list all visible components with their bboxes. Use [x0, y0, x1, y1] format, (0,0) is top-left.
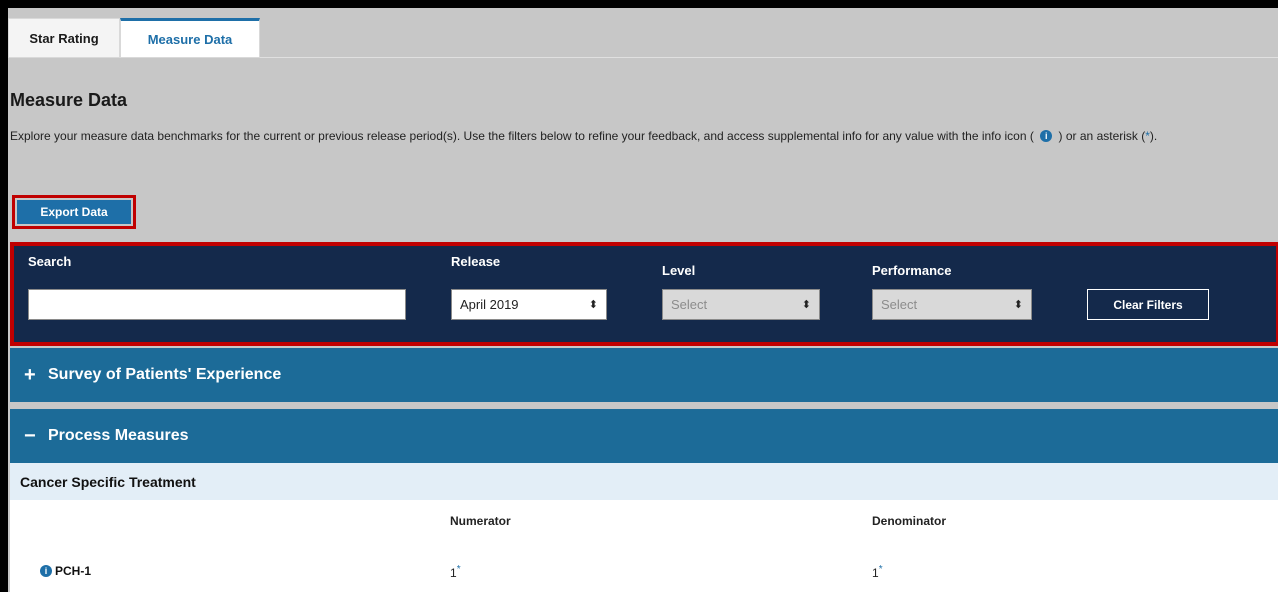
clear-filters-button[interactable]: Clear Filters [1087, 289, 1209, 320]
search-input[interactable] [28, 289, 406, 320]
sort-caret-icon: ⬍ [801, 299, 811, 311]
search-label: Search [28, 254, 72, 269]
intro-text-end: ). [1149, 129, 1158, 143]
asterisk-marker[interactable]: * [879, 564, 883, 575]
table-row-label[interactable]: i PCH-1 [40, 564, 91, 578]
measure-data-page: Star Rating Measure Data Measure Data Ex… [8, 8, 1278, 592]
tab-divider [260, 57, 1278, 58]
numerator-number: 1 [450, 566, 457, 580]
section-process-measures[interactable]: − Process Measures [10, 409, 1278, 463]
level-select[interactable]: Select ⬍ [662, 289, 820, 320]
tab-star-rating[interactable]: Star Rating [8, 18, 120, 58]
release-select-value: April 2019 [460, 297, 519, 312]
sort-caret-icon: ⬍ [588, 299, 598, 311]
section-title: Process Measures [48, 427, 189, 444]
export-data-button[interactable]: Export Data [17, 200, 131, 224]
info-icon[interactable]: i [40, 565, 52, 577]
filter-bar: Search Release April 2019 ⬍ Level Select… [10, 242, 1278, 346]
expand-plus-icon: + [24, 363, 36, 386]
asterisk-marker[interactable]: * [457, 564, 461, 575]
level-label: Level [662, 263, 696, 278]
tab-measure-data[interactable]: Measure Data [120, 18, 260, 58]
performance-select[interactable]: Select ⬍ [872, 289, 1032, 320]
page-title: Measure Data [10, 90, 128, 110]
performance-select-value: Select [881, 297, 918, 312]
denominator-header: Denominator [872, 514, 947, 528]
export-highlight: Export Data [12, 195, 136, 229]
release-select[interactable]: April 2019 ⬍ [451, 289, 607, 320]
info-icon: i [1040, 130, 1053, 142]
performance-label: Performance [872, 263, 952, 278]
sort-caret-icon: ⬍ [1013, 299, 1023, 311]
numerator-header: Numerator [450, 514, 511, 528]
section-title: Survey of Patients' Experience [48, 366, 282, 383]
numerator-value: 1* [450, 564, 461, 580]
measure-table: Numerator Denominator i PCH-1 1* 1* [10, 500, 1278, 592]
release-label: Release [451, 254, 501, 269]
level-select-value: Select [671, 297, 708, 312]
intro-text-part2: ) or an asterisk ( [1058, 129, 1146, 143]
intro-text: Explore your measure data benchmarks for… [10, 128, 1272, 145]
section-survey-of-patients-experience[interactable]: + Survey of Patients' Experience [10, 348, 1278, 402]
tab-bar: Star Rating Measure Data [8, 18, 260, 58]
denominator-value: 1* [872, 564, 883, 580]
intro-text-part1: Explore your measure data benchmarks for… [10, 129, 1034, 143]
denominator-number: 1 [872, 566, 879, 580]
collapse-minus-icon: − [24, 424, 36, 447]
measure-name: PCH-1 [55, 564, 92, 578]
subsection-header: Cancer Specific Treatment [10, 463, 1278, 500]
